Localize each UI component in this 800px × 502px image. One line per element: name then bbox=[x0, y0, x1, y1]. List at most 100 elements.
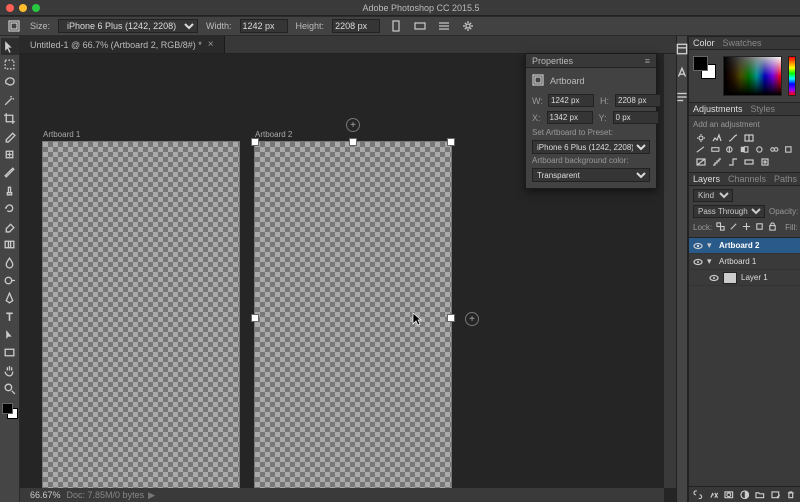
disclosure-icon[interactable]: ▾ bbox=[707, 240, 715, 251]
new-group-icon[interactable] bbox=[755, 490, 765, 500]
vibrance-icon[interactable] bbox=[695, 145, 706, 155]
lock-artboard-icon[interactable] bbox=[755, 222, 764, 233]
delete-layer-icon[interactable] bbox=[786, 490, 796, 500]
layer-name[interactable]: Layer 1 bbox=[741, 273, 768, 282]
add-artboard-right-button[interactable]: + bbox=[465, 312, 479, 326]
width-field[interactable] bbox=[548, 94, 594, 107]
visibility-icon[interactable] bbox=[693, 257, 703, 267]
hue-icon[interactable] bbox=[710, 145, 721, 155]
close-tab-icon[interactable]: × bbox=[208, 39, 214, 50]
visibility-icon[interactable] bbox=[693, 241, 703, 251]
color-spectrum[interactable] bbox=[723, 56, 782, 96]
artboard-2[interactable]: Artboard 2 bbox=[255, 142, 451, 494]
type-tool[interactable] bbox=[1, 308, 19, 325]
history-brush-tool[interactable] bbox=[1, 200, 19, 217]
levels-icon[interactable] bbox=[711, 133, 723, 143]
gear-icon[interactable] bbox=[460, 19, 476, 33]
posterize-icon[interactable] bbox=[711, 157, 723, 167]
pen-tool[interactable] bbox=[1, 290, 19, 307]
orientation-landscape-icon[interactable] bbox=[412, 19, 428, 33]
disclosure-icon[interactable]: ▾ bbox=[707, 256, 715, 267]
layer-thumbnail[interactable] bbox=[723, 272, 737, 284]
move-tool[interactable] bbox=[1, 38, 19, 55]
artboard-label[interactable]: Artboard 1 bbox=[43, 130, 80, 139]
stamp-tool[interactable] bbox=[1, 182, 19, 199]
bw-icon[interactable] bbox=[739, 145, 750, 155]
layer-row-artboard-1[interactable]: ▾ Artboard 1 bbox=[689, 254, 800, 270]
hue-strip[interactable] bbox=[788, 56, 796, 96]
size-preset-select[interactable]: iPhone 6 Plus (1242, 2208) bbox=[58, 19, 198, 33]
mixer-icon[interactable] bbox=[769, 145, 780, 155]
y-field[interactable] bbox=[613, 111, 659, 124]
adjustments-tab[interactable]: Adjustments bbox=[693, 104, 743, 114]
hand-tool[interactable] bbox=[1, 362, 19, 379]
layer-name[interactable]: Artboard 1 bbox=[719, 257, 756, 266]
foreground-background-swatch[interactable] bbox=[1, 402, 19, 422]
lock-transparency-icon[interactable] bbox=[716, 222, 725, 233]
marquee-tool[interactable] bbox=[1, 56, 19, 73]
doc-info[interactable]: Doc: 7.85M/0 bytes bbox=[67, 490, 145, 500]
gradient-tool[interactable] bbox=[1, 236, 19, 253]
height-field[interactable] bbox=[615, 94, 661, 107]
brush-tool[interactable] bbox=[1, 164, 19, 181]
artboard-1[interactable]: Artboard 1 bbox=[43, 142, 239, 494]
heal-tool[interactable] bbox=[1, 146, 19, 163]
lock-all-icon[interactable] bbox=[768, 222, 777, 233]
dodge-tool[interactable] bbox=[1, 272, 19, 289]
bg-select[interactable]: Transparent bbox=[532, 168, 650, 182]
window-minimize-button[interactable] bbox=[19, 4, 27, 12]
layer-row-layer-1[interactable]: Layer 1 bbox=[689, 270, 800, 286]
threshold-icon[interactable] bbox=[727, 157, 739, 167]
invert-icon[interactable] bbox=[695, 157, 707, 167]
blur-tool[interactable] bbox=[1, 254, 19, 271]
fg-bg-color-control[interactable] bbox=[693, 56, 717, 80]
paragraph-panel-icon[interactable] bbox=[675, 90, 689, 104]
width-input[interactable] bbox=[240, 19, 288, 33]
gradmap-icon[interactable] bbox=[743, 157, 755, 167]
document-tab[interactable]: Untitled-1 @ 66.7% (Artboard 2, RGB/8#) … bbox=[20, 36, 225, 53]
properties-panel[interactable]: Properties ≡ Artboard W: H: X: Y: Set Ar… bbox=[525, 53, 657, 189]
orientation-portrait-icon[interactable] bbox=[388, 19, 404, 33]
eyedropper-tool[interactable] bbox=[1, 128, 19, 145]
lock-pixels-icon[interactable] bbox=[729, 222, 738, 233]
path-select-tool[interactable] bbox=[1, 326, 19, 343]
height-input[interactable] bbox=[332, 19, 380, 33]
eraser-tool[interactable] bbox=[1, 218, 19, 235]
character-panel-icon[interactable] bbox=[675, 66, 689, 80]
brightness-icon[interactable] bbox=[695, 133, 707, 143]
panel-menu-icon[interactable]: ≡ bbox=[645, 56, 650, 66]
blend-mode-select[interactable]: Pass Through bbox=[693, 205, 765, 218]
wand-tool[interactable] bbox=[1, 92, 19, 109]
curves-icon[interactable] bbox=[727, 133, 739, 143]
layers-tab[interactable]: Layers bbox=[693, 174, 720, 184]
photo-filter-icon[interactable] bbox=[754, 145, 765, 155]
selective-icon[interactable] bbox=[759, 157, 771, 167]
channels-tab[interactable]: Channels bbox=[728, 174, 766, 184]
lasso-tool[interactable] bbox=[1, 74, 19, 91]
styles-tab[interactable]: Styles bbox=[751, 104, 776, 114]
align-icon[interactable] bbox=[436, 19, 452, 33]
preset-select[interactable]: iPhone 6 Plus (1242, 2208) bbox=[532, 140, 650, 154]
crop-tool[interactable] bbox=[1, 110, 19, 127]
mask-icon[interactable] bbox=[724, 490, 734, 500]
link-layers-icon[interactable] bbox=[693, 490, 703, 500]
new-adj-icon[interactable] bbox=[740, 490, 750, 500]
vertical-scrollbar[interactable] bbox=[664, 54, 676, 488]
x-field[interactable] bbox=[547, 111, 593, 124]
chevron-right-icon[interactable]: ▶ bbox=[148, 490, 155, 501]
layer-kind-select[interactable]: Kind bbox=[693, 189, 733, 202]
history-panel-icon[interactable] bbox=[675, 42, 689, 56]
fx-icon[interactable] bbox=[709, 490, 719, 500]
window-close-button[interactable] bbox=[6, 4, 14, 12]
add-artboard-top-button[interactable]: + bbox=[346, 118, 360, 132]
layer-row-artboard-2[interactable]: ▾ Artboard 2 bbox=[689, 238, 800, 254]
visibility-icon[interactable] bbox=[709, 273, 719, 283]
artboard-label[interactable]: Artboard 2 bbox=[255, 130, 292, 139]
shape-tool[interactable] bbox=[1, 344, 19, 361]
lock-position-icon[interactable] bbox=[742, 222, 751, 233]
zoom-level[interactable]: 66.67% bbox=[24, 490, 67, 500]
exposure-icon[interactable] bbox=[743, 133, 755, 143]
new-layer-icon[interactable] bbox=[771, 490, 781, 500]
window-maximize-button[interactable] bbox=[32, 4, 40, 12]
colorbal-icon[interactable] bbox=[724, 145, 735, 155]
